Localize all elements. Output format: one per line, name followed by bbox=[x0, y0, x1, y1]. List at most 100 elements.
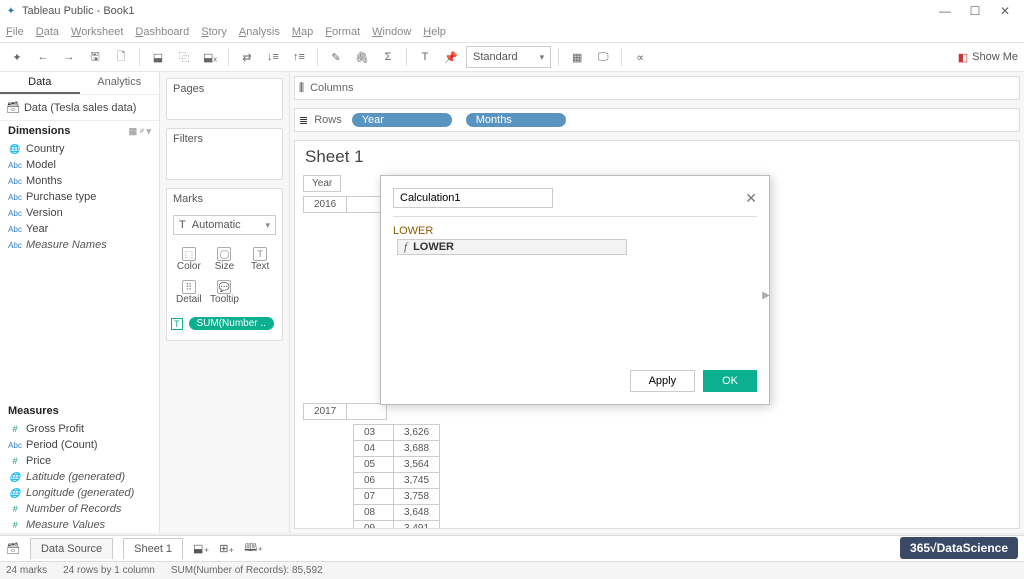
datasource-label: Data (Tesla sales data) bbox=[24, 102, 137, 114]
abc-icon: Abc bbox=[8, 161, 22, 170]
menu-format[interactable]: Format bbox=[325, 26, 360, 38]
mark-detail[interactable]: ⠿Detail bbox=[171, 276, 207, 309]
clear-button[interactable]: ⬓ₓ bbox=[199, 46, 221, 68]
maximize-button[interactable]: ☐ bbox=[960, 4, 990, 18]
new-data-button[interactable]: 🗋 bbox=[110, 46, 132, 68]
sheet-title[interactable]: Sheet 1 bbox=[305, 147, 1011, 167]
labels-button[interactable]: T bbox=[414, 46, 436, 68]
tab-analytics[interactable]: Analytics bbox=[80, 72, 160, 94]
field-version[interactable]: AbcVersion bbox=[0, 205, 159, 221]
pin-button[interactable]: 📌 bbox=[440, 46, 462, 68]
field-purchase-type[interactable]: AbcPurchase type bbox=[0, 189, 159, 205]
sort-asc-button[interactable]: ↓≡ bbox=[262, 46, 284, 68]
field-number-of-records[interactable]: #Number of Records bbox=[0, 501, 159, 517]
hash-icon: # bbox=[8, 424, 22, 434]
calculation-dialog: ✕ LOWER fLOWER ▶ Apply OK bbox=[380, 175, 770, 405]
abc-icon: Abc bbox=[8, 441, 22, 450]
show-me-button[interactable]: ◧Show Me bbox=[958, 51, 1018, 64]
year-2017: 2017 bbox=[304, 404, 347, 420]
table-row: 033,626 bbox=[354, 425, 440, 441]
field-longitude-generated-[interactable]: 🌐Longitude (generated) bbox=[0, 485, 159, 501]
field-measure-names[interactable]: AbcMeasure Names bbox=[0, 237, 159, 253]
field-months[interactable]: AbcMonths bbox=[0, 173, 159, 189]
datasource-icon: 🗃 bbox=[6, 101, 20, 114]
table-row: 093,491 bbox=[354, 521, 440, 530]
menu-map[interactable]: Map bbox=[292, 26, 313, 38]
globe-icon: 🌐 bbox=[8, 472, 22, 483]
mark-text[interactable]: TText bbox=[242, 243, 278, 276]
presentation-button[interactable]: 🖵 bbox=[592, 46, 614, 68]
new-sheet-button[interactable]: ⬓₊ bbox=[193, 542, 209, 555]
totals-button[interactable]: Σ bbox=[377, 46, 399, 68]
marks-header: Marks bbox=[167, 189, 282, 209]
new-dashboard-button[interactable]: ⊞₊ bbox=[219, 542, 234, 555]
menu-analysis[interactable]: Analysis bbox=[239, 26, 280, 38]
field-gross-profit[interactable]: #Gross Profit bbox=[0, 421, 159, 437]
menu-worksheet[interactable]: Worksheet bbox=[71, 26, 123, 38]
expand-icon[interactable]: ▶ bbox=[762, 290, 770, 301]
tab-data-source[interactable]: Data Source bbox=[30, 538, 113, 559]
menu-file[interactable]: File bbox=[6, 26, 24, 38]
dialog-close-button[interactable]: ✕ bbox=[745, 190, 757, 207]
apply-button[interactable]: Apply bbox=[630, 370, 696, 392]
rows-pill-year[interactable]: Year bbox=[352, 113, 452, 127]
sort-desc-button[interactable]: ↑≡ bbox=[288, 46, 310, 68]
status-bar: 24 marks 24 rows by 1 column SUM(Number … bbox=[0, 561, 1024, 579]
field-price[interactable]: #Price bbox=[0, 453, 159, 469]
field-period-count-[interactable]: AbcPeriod (Count) bbox=[0, 437, 159, 453]
menu-help[interactable]: Help bbox=[423, 26, 446, 38]
table-row: 043,688 bbox=[354, 441, 440, 457]
field-model[interactable]: AbcModel bbox=[0, 157, 159, 173]
abc-icon: Abc bbox=[8, 193, 22, 202]
new-story-button[interactable]: 🕮₊ bbox=[244, 539, 263, 558]
formula-editor[interactable]: LOWER bbox=[393, 225, 757, 237]
share-button[interactable]: ∝ bbox=[629, 46, 651, 68]
year-2016: 2016 bbox=[304, 197, 347, 213]
rows-icon: ≣ bbox=[299, 114, 308, 127]
save-button[interactable]: 🖫 bbox=[84, 46, 106, 68]
text-mark-icon: T bbox=[171, 318, 183, 330]
menu-data[interactable]: Data bbox=[36, 26, 59, 38]
new-worksheet-button[interactable]: ⬓ bbox=[147, 46, 169, 68]
columns-icon: ⫼ bbox=[299, 82, 304, 95]
swap-button[interactable]: ⇄ bbox=[236, 46, 258, 68]
minimize-button[interactable]: — bbox=[930, 4, 960, 18]
menu-dashboard[interactable]: Dashboard bbox=[135, 26, 189, 38]
status-sum: SUM(Number of Records): 85,592 bbox=[171, 565, 323, 576]
ok-button[interactable]: OK bbox=[703, 370, 757, 392]
field-latitude-generated-[interactable]: 🌐Latitude (generated) bbox=[0, 469, 159, 485]
fit-dropdown[interactable]: Standard bbox=[466, 46, 551, 68]
duplicate-button[interactable]: ⿻ bbox=[173, 46, 195, 68]
tab-sheet1[interactable]: Sheet 1 bbox=[123, 538, 183, 559]
rows-pill-months[interactable]: Months bbox=[466, 113, 566, 127]
forward-button[interactable]: → bbox=[58, 46, 80, 68]
highlight-button[interactable]: ✎ bbox=[325, 46, 347, 68]
shelves-pane: Pages Filters Marks TAutomatic ⬚Color◯Si… bbox=[160, 72, 290, 533]
tab-data[interactable]: Data bbox=[0, 72, 80, 94]
calc-name-input[interactable] bbox=[393, 188, 553, 208]
rows-shelf[interactable]: ≣ Rows Year Months bbox=[294, 108, 1020, 132]
view-cards-button[interactable]: ▦ bbox=[566, 46, 588, 68]
marks-pill-sum[interactable]: SUM(Number .. bbox=[189, 317, 274, 330]
menu-story[interactable]: Story bbox=[201, 26, 227, 38]
mark-type-dropdown[interactable]: TAutomatic bbox=[173, 215, 276, 235]
pages-shelf[interactable]: Pages bbox=[166, 78, 283, 120]
back-button[interactable]: ← bbox=[32, 46, 54, 68]
field-year[interactable]: AbcYear bbox=[0, 221, 159, 237]
tableau-icon[interactable]: ✦ bbox=[6, 46, 28, 68]
table-row: 053,564 bbox=[354, 457, 440, 473]
field-country[interactable]: 🌐Country bbox=[0, 141, 159, 157]
field-measure-values[interactable]: #Measure Values bbox=[0, 517, 159, 533]
autocomplete-item[interactable]: fLOWER bbox=[397, 239, 627, 255]
mark-tooltip[interactable]: 💬Tooltip bbox=[207, 276, 243, 309]
datasource-tab-icon[interactable]: 🗃 bbox=[6, 542, 20, 555]
mark-color[interactable]: ⬚Color bbox=[171, 243, 207, 276]
datasource-item[interactable]: 🗃 Data (Tesla sales data) bbox=[0, 95, 159, 121]
filters-shelf[interactable]: Filters bbox=[166, 128, 283, 180]
mark-size[interactable]: ◯Size bbox=[207, 243, 243, 276]
menu-window[interactable]: Window bbox=[372, 26, 411, 38]
close-button[interactable]: ✕ bbox=[990, 4, 1020, 18]
hash-icon: # bbox=[8, 456, 22, 466]
group-button[interactable]: 🖇 bbox=[351, 46, 373, 68]
columns-shelf[interactable]: ⫼ Columns bbox=[294, 76, 1020, 100]
